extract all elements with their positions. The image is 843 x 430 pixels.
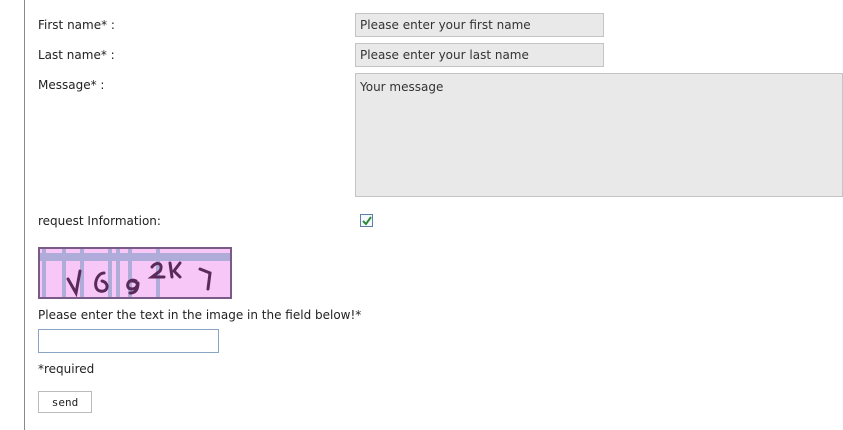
request-information-checkbox[interactable] [360,214,373,227]
required-note: *required [38,362,95,376]
captcha-input[interactable] [38,329,219,353]
captcha-glyphs [40,249,230,297]
send-button[interactable]: send [38,391,92,413]
message-field[interactable]: Your message [355,73,843,197]
first-name-label: First name* : [38,18,115,32]
last-name-label: Last name* : [38,48,115,62]
checkmark-icon [362,216,372,226]
request-information-label: request Information: [38,214,161,228]
captcha-image [38,247,232,299]
captcha-instruction: Please enter the text in the image in th… [38,308,362,322]
message-label: Message* : [38,78,105,92]
last-name-field[interactable]: Please enter your last name [355,43,604,67]
first-name-field[interactable]: Please enter your first name [355,13,604,37]
